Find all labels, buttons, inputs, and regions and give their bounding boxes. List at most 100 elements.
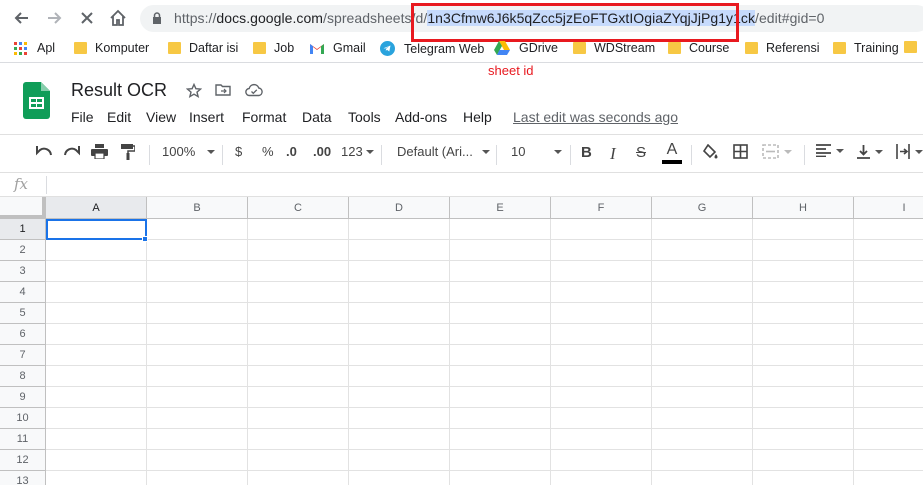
italic-label: I <box>610 144 616 163</box>
row-header-1[interactable]: 1 <box>0 219 46 240</box>
forward-button[interactable] <box>44 8 64 28</box>
row-header-2[interactable]: 2 <box>0 240 46 261</box>
row-header-8[interactable]: 8 <box>0 366 46 387</box>
menu-edit[interactable]: Edit <box>107 109 131 125</box>
column-header-c[interactable]: C <box>248 197 349 219</box>
row-header-12[interactable]: 12 <box>0 450 46 471</box>
font-size-select[interactable]: 10 <box>511 144 563 159</box>
column-header-d[interactable]: D <box>349 197 450 219</box>
fill-handle[interactable] <box>142 236 148 242</box>
url-host: docs.google.com <box>216 10 324 26</box>
increase-decimal-label: .00 <box>313 144 332 159</box>
more-formats-button[interactable]: 123 <box>341 144 374 159</box>
bookmark-label: Telegram Web <box>404 41 485 56</box>
row-header-4[interactable]: 4 <box>0 282 46 303</box>
toolbar-divider <box>381 145 382 165</box>
row-header-6[interactable]: 6 <box>0 324 46 345</box>
grid-line <box>46 386 923 387</box>
cell-area[interactable] <box>46 219 923 485</box>
last-edit-link[interactable]: Last edit was seconds ago <box>513 109 678 125</box>
back-button[interactable] <box>12 8 32 28</box>
bookmark-label: Course <box>689 41 730 55</box>
print-button[interactable] <box>91 144 108 159</box>
column-header-a[interactable]: A <box>46 197 147 219</box>
row-header-9[interactable]: 9 <box>0 387 46 408</box>
row-header-7[interactable]: 7 <box>0 345 46 366</box>
row-header-10[interactable]: 10 <box>0 408 46 429</box>
select-all-corner[interactable] <box>0 197 46 219</box>
menu-file[interactable]: File <box>71 109 94 125</box>
column-header-e[interactable]: E <box>450 197 551 219</box>
vertical-align-button[interactable] <box>857 144 883 159</box>
text-wrap-icon <box>896 144 910 159</box>
row-header-3[interactable]: 3 <box>0 261 46 282</box>
folder-move-icon <box>215 84 231 96</box>
folder-icon <box>573 42 586 54</box>
bookmark-telegram-web[interactable]: Telegram Web <box>380 41 484 56</box>
borders-button[interactable] <box>733 144 748 159</box>
move-button[interactable] <box>215 83 231 102</box>
formula-input[interactable] <box>47 173 923 196</box>
undo-button[interactable] <box>35 144 53 156</box>
zoom-select[interactable]: 100% <box>162 144 216 159</box>
bookmark-course[interactable]: Course <box>668 41 729 55</box>
row-header-5[interactable]: 5 <box>0 303 46 324</box>
bold-button[interactable]: B <box>581 144 592 161</box>
text-wrapping-button[interactable] <box>896 144 923 159</box>
column-header-b[interactable]: B <box>147 197 248 219</box>
row-header-13[interactable]: 13 <box>0 471 46 485</box>
strikethrough-button[interactable]: S <box>636 144 646 161</box>
bookmark-gdrive[interactable]: GDrive <box>494 41 558 55</box>
menu-help[interactable]: Help <box>463 109 492 125</box>
cloud-status-button[interactable] <box>245 83 263 102</box>
formula-bar: fx <box>0 172 923 197</box>
stop-button[interactable] <box>77 8 97 28</box>
sheets-toolbar: 100% $ % .0 .00 123 Default (Ari... 10 B… <box>0 134 923 172</box>
menu-data[interactable]: Data <box>302 109 332 125</box>
bookmark-job[interactable]: Job <box>253 41 294 55</box>
column-header-h[interactable]: H <box>753 197 854 219</box>
sheets-logo[interactable] <box>23 82 50 119</box>
menu-insert[interactable]: Insert <box>189 109 224 125</box>
home-button[interactable] <box>108 8 128 28</box>
row-header-11[interactable]: 11 <box>0 429 46 450</box>
font-family-select[interactable]: Default (Ari... <box>397 144 490 159</box>
column-header-f[interactable]: F <box>551 197 652 219</box>
star-button[interactable] <box>185 82 203 104</box>
grid-line <box>46 449 923 450</box>
paint-format-button[interactable] <box>121 144 135 160</box>
merge-cells-button[interactable] <box>762 144 792 159</box>
text-color-button[interactable]: A <box>662 142 682 164</box>
selected-cell-a1[interactable] <box>46 219 147 240</box>
toolbar-divider <box>496 145 497 165</box>
toolbar-divider <box>804 145 805 165</box>
currency-format-button[interactable]: $ <box>235 144 242 159</box>
fill-color-button[interactable] <box>702 144 719 160</box>
column-header-g[interactable]: G <box>652 197 753 219</box>
decrease-decimal-button[interactable]: .0 <box>286 144 297 159</box>
redo-button[interactable] <box>63 144 81 156</box>
text-color-swatch <box>662 160 682 164</box>
bookmark-gmail[interactable]: Gmail <box>310 41 366 55</box>
undo-icon <box>36 146 52 156</box>
bookmark-referensi[interactable]: Referensi <box>745 41 820 55</box>
bookmark-wdstream[interactable]: WDStream <box>573 41 655 55</box>
horizontal-align-button[interactable] <box>816 144 844 157</box>
increase-decimal-button[interactable]: .00 <box>313 144 331 159</box>
bookmark-overflow[interactable] <box>904 41 923 53</box>
align-left-icon <box>816 144 831 157</box>
grid-line <box>449 219 450 485</box>
percent-format-button[interactable]: % <box>262 144 274 159</box>
document-title[interactable]: Result OCR <box>71 80 167 101</box>
bookmark-komputer[interactable]: Komputer <box>74 41 149 55</box>
italic-button[interactable]: I <box>610 144 616 164</box>
menu-add-ons[interactable]: Add-ons <box>395 109 447 125</box>
redo-icon <box>64 146 80 156</box>
menu-view[interactable]: View <box>146 109 176 125</box>
bookmark-daftar-isi[interactable]: Daftar isi <box>168 41 238 55</box>
menu-format[interactable]: Format <box>242 109 286 125</box>
bookmark-training[interactable]: Training <box>833 41 899 55</box>
menu-tools[interactable]: Tools <box>348 109 381 125</box>
bookmark-apl[interactable]: Apl <box>14 41 55 55</box>
column-header-i[interactable]: I <box>854 197 923 219</box>
